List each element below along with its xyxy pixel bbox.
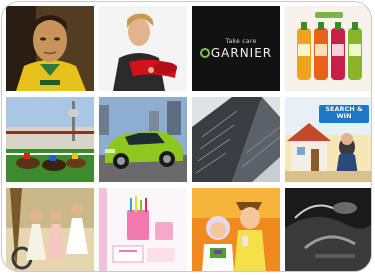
tile-search-and-win[interactable]: SEARCH & WIN bbox=[285, 97, 371, 182]
tile-pink-stationery[interactable] bbox=[99, 188, 187, 271]
pink-stationery-image bbox=[99, 188, 187, 271]
garnier-brand-text: GARNIER bbox=[210, 45, 273, 60]
image-gallery-frame: Take care GARNIER SEARCH & WIN bbox=[1, 1, 372, 272]
building-image bbox=[192, 97, 280, 182]
green-car-image bbox=[99, 97, 187, 182]
tile-horse-racing[interactable] bbox=[6, 97, 94, 182]
garnier-tagline: Take care bbox=[225, 37, 257, 45]
toy-story-image bbox=[192, 188, 280, 271]
tile-bw-abstract[interactable] bbox=[285, 188, 371, 271]
image-grid: Take care GARNIER SEARCH & WIN bbox=[6, 6, 371, 271]
search-and-win-headline: SEARCH & WIN bbox=[325, 105, 363, 120]
tile-juice-bottles[interactable] bbox=[285, 6, 371, 91]
juice-bottles-image bbox=[285, 6, 371, 91]
footballer-image bbox=[6, 6, 94, 91]
horse-racing-image bbox=[6, 97, 94, 182]
tile-summer-dresses[interactable] bbox=[6, 188, 94, 271]
garnier-logo: GARNIER bbox=[199, 45, 273, 60]
tile-woman-red[interactable] bbox=[99, 6, 187, 91]
summer-dresses-image bbox=[6, 188, 94, 271]
garnier-leaf-icon bbox=[199, 47, 210, 58]
bw-abstract-image bbox=[285, 188, 371, 271]
tile-toy-story[interactable] bbox=[192, 188, 280, 271]
tile-garnier[interactable]: Take care GARNIER bbox=[192, 6, 280, 91]
woman-red-image bbox=[99, 6, 187, 91]
tile-building[interactable] bbox=[192, 97, 280, 182]
tile-footballer[interactable] bbox=[6, 6, 94, 91]
tile-green-car[interactable] bbox=[99, 97, 187, 182]
